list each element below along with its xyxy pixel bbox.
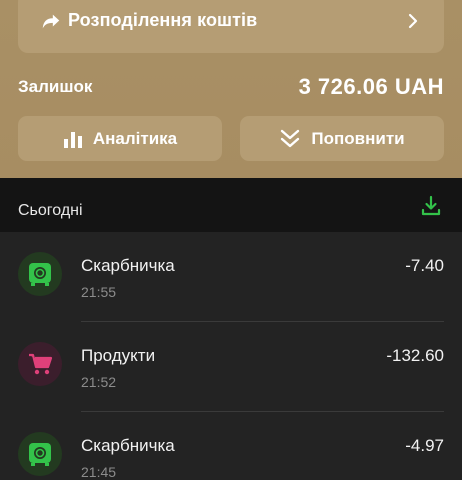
double-chevron-down-icon [281,129,300,147]
transaction-amount: -7.40 [405,256,444,275]
piggy-bank-icon [18,252,62,296]
balance-label: Залишок [18,77,93,96]
balance-value: 3 726.06 UAH [298,74,444,99]
transaction-name: Скарбничка [81,436,175,455]
share-arrow-icon [42,14,60,29]
transaction-list: Скарбничка 21:55 -7.40 Продукти 21:52 -1… [0,232,462,480]
bar-chart-icon [63,131,82,148]
transaction-row[interactable]: Скарбничка 21:55 -7.40 [0,232,462,322]
transaction-row[interactable]: Скарбничка 21:45 -4.97 [0,412,462,480]
split-funds-button[interactable]: Розподілення коштів [18,0,444,53]
chevron-right-icon [408,13,418,29]
balance-row: Залишок 3 726.06 UAH [18,74,444,100]
transaction-amount: -132.60 [386,346,444,365]
top-up-label: Поповнити [311,128,405,148]
transaction-name: Продукти [81,346,156,365]
transaction-time: 21:52 [81,374,117,390]
transaction-row[interactable]: Продукти 21:52 -132.60 [0,322,462,412]
transaction-amount: -4.97 [405,436,444,455]
download-icon[interactable] [420,195,442,217]
section-header-today: Сьогодні [0,178,462,232]
top-up-button[interactable]: Поповнити [240,116,444,161]
analytics-button[interactable]: Аналітика [18,116,222,161]
piggy-bank-icon [18,432,62,476]
account-header: Розподілення коштів Залишок 3 726.06 UAH… [0,0,462,178]
section-title: Сьогодні [18,202,83,219]
transaction-time: 21:55 [81,284,117,300]
transaction-name: Скарбничка [81,256,175,275]
split-funds-label: Розподілення коштів [68,10,258,30]
transaction-time: 21:45 [81,464,117,480]
analytics-label: Аналітика [92,128,178,148]
cart-icon [18,342,62,386]
